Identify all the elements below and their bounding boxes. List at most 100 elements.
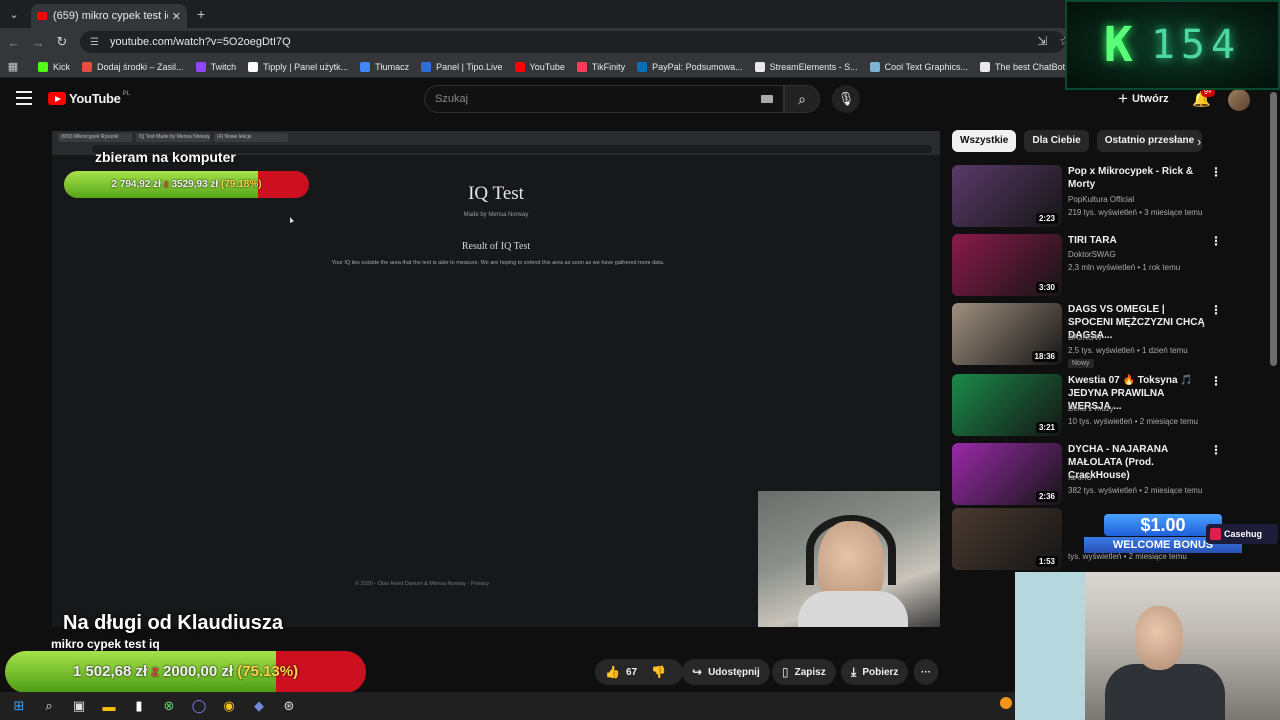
apps-grid-icon[interactable]: ▦ <box>0 60 26 73</box>
browser-tab-active[interactable]: (659) mikro cypek test iq - YouT ✕ <box>31 4 187 28</box>
keyboard-icon[interactable] <box>761 95 773 103</box>
reload-icon[interactable]: ↻ <box>50 34 74 50</box>
video-thumbnail[interactable]: 18:36 <box>952 303 1062 365</box>
bookmark-item[interactable]: Twitch <box>195 61 237 72</box>
page-scrollbar[interactable] <box>1270 92 1277 366</box>
obs-icon[interactable]: ⊛ <box>280 697 298 715</box>
avatar[interactable] <box>1228 89 1250 111</box>
bookmark-item[interactable]: Tłumacz <box>360 61 409 72</box>
channel-name[interactable]: PopKultura Official <box>1068 195 1134 204</box>
k-letter: K <box>1103 17 1133 73</box>
bookmark-label: Kick <box>53 61 71 72</box>
menu-icon[interactable] <box>16 91 32 105</box>
install-app-icon[interactable]: ⇲ <box>1037 34 1047 48</box>
share-button[interactable]: ↪ Udostępnij <box>682 659 770 685</box>
task-view-icon[interactable]: ▣ <box>70 697 88 715</box>
recommendation-item[interactable]: 2:36 DYCHA - NAJARANA MAŁOLATA (Prod. Cra… <box>952 443 1252 505</box>
windows-taskbar: ⊞ ⌕ ▣ ▬ ▮ ⊗ ◯ ◉ ◆ ⊛ <box>0 692 1015 720</box>
more-options-icon[interactable]: ⋮ <box>1210 234 1222 248</box>
bookmark-item[interactable]: PayPal: Podsumowa... <box>637 61 743 72</box>
more-options-icon[interactable]: ⋮ <box>1210 303 1222 317</box>
bookmark-item[interactable]: Kick <box>38 61 71 72</box>
file-explorer-icon[interactable]: ▬ <box>100 697 118 715</box>
save-button[interactable]: ▯ Zapisz <box>772 659 836 685</box>
new-tab-button[interactable]: + <box>197 6 205 22</box>
video-meta: 10 tys. wyświetleń • 2 miesiące temu <box>1068 417 1198 426</box>
iq-test-made-by: Made by Mensa Norway <box>463 212 529 218</box>
video-thumbnail[interactable]: 1:53 <box>952 508 1062 570</box>
video-thumbnail[interactable]: 2:36 <box>952 443 1062 505</box>
tab-close-icon[interactable]: ✕ <box>172 10 181 23</box>
video-thumbnail[interactable]: 2:23 <box>952 165 1062 227</box>
casehug-logo: Casehug <box>1206 524 1278 544</box>
voice-search-button[interactable]: 🎙 <box>832 85 860 113</box>
download-button[interactable]: ⤓ Pobierz <box>841 659 909 685</box>
search-input[interactable]: Szukaj <box>424 85 784 113</box>
search-button[interactable]: ⌕ <box>784 85 820 113</box>
more-options-icon[interactable]: ⋮ <box>1210 443 1222 457</box>
bookmark-item[interactable]: Panel | Tipo.Live <box>421 61 503 72</box>
notepad-icon[interactable]: ▮ <box>130 697 148 715</box>
filter-chip[interactable]: Wszystkie <box>952 130 1017 152</box>
recommendation-item[interactable]: 3:21 Kwestia 07 🔥 Toksyna 🎵 JEDYNA PRAWIL… <box>952 374 1252 436</box>
recommendation-item[interactable]: 2:23 Pop x Mikrocypek - Rick & Morty PopKu… <box>952 165 1252 227</box>
more-options-icon[interactable]: ⋮ <box>1210 165 1222 179</box>
more-options-icon[interactable]: ⋮ <box>1210 374 1222 388</box>
background-fabric <box>1015 572 1085 720</box>
like-count[interactable]: 67 <box>626 667 637 678</box>
streamer-head <box>1135 606 1183 670</box>
bookmark-label: Twitch <box>210 61 237 72</box>
bookmark-item[interactable]: Dodaj środki – Zasil... <box>82 61 184 72</box>
chevron-right-icon[interactable]: › <box>1197 134 1201 149</box>
bookmark-item[interactable]: YouTube <box>514 61 565 72</box>
channel-name[interactable]: DoktorSWAG <box>1068 250 1116 259</box>
bookmark-item[interactable]: Cool Text Graphics... <box>869 61 968 72</box>
tray-status-icon[interactable] <box>1000 697 1012 709</box>
back-icon[interactable]: ← <box>2 35 26 50</box>
video-meta: 382 tys. wyświetleń • 2 miesiące temu <box>1068 486 1203 495</box>
video-title[interactable]: TIRI TARA <box>1068 234 1208 247</box>
more-actions-button[interactable]: ··· <box>914 659 938 685</box>
goal-percent: (79.18%) <box>220 179 262 190</box>
filter-chip[interactable]: Dla Ciebie <box>1024 130 1089 152</box>
bookmark-favicon-icon <box>248 61 259 72</box>
more-dots-icon: ··· <box>921 666 931 678</box>
windows-start-icon[interactable]: ⊞ <box>10 697 28 715</box>
cortana-icon[interactable]: ◯ <box>190 697 208 715</box>
bookmark-label: StreamElements - S... <box>769 61 858 72</box>
video-meta: 2,5 tys. wyświetleń • 1 dzień temu <box>1068 346 1188 355</box>
site-info-icon[interactable]: ☰ <box>90 37 102 48</box>
bookmark-favicon-icon <box>754 61 765 72</box>
bookmark-favicon-icon <box>195 61 206 72</box>
channel-name[interactable]: Beka z muzy <box>1068 404 1114 413</box>
recommendation-item[interactable]: 18:36 DAGS VS OMEGLE | SPOCENI MĘŻCZYZNI … <box>952 303 1252 368</box>
goal-separator: z <box>163 179 169 190</box>
discord-icon[interactable]: ◆ <box>250 697 268 715</box>
filter-chip[interactable]: Ostatnio przesłane <box>1096 130 1203 152</box>
channel-name[interactable]: IsAmU <box>1068 473 1092 482</box>
bookmark-item[interactable]: StreamElements - S... <box>754 61 858 72</box>
dislike-icon[interactable]: 👎 <box>651 665 666 679</box>
embedded-tab: (659) Mikrocypek Rysunki <box>58 133 132 142</box>
video-title[interactable]: Pop x Mikrocypek - Rick & Morty <box>1068 165 1208 191</box>
chrome-icon[interactable]: ◉ <box>220 697 238 715</box>
video-title: mikro cypek test iq <box>51 637 160 651</box>
search-icon[interactable]: ⌕ <box>40 697 58 715</box>
bookmark-item[interactable]: TikFinity <box>576 61 625 72</box>
bookmark-item[interactable]: Tipply | Panel użytk... <box>248 61 348 72</box>
xbox-icon[interactable]: ⊗ <box>160 697 178 715</box>
video-thumbnail[interactable]: 3:30 <box>952 234 1062 296</box>
video-thumbnail[interactable]: 3:21 <box>952 374 1062 436</box>
address-bar[interactable]: ☰ youtube.com/watch?v=5O2oegDtI7Q <box>80 31 1065 53</box>
search-placeholder: Szukaj <box>435 93 469 105</box>
tab-search-chevron-icon[interactable]: ⌄ <box>3 3 25 25</box>
forward-icon[interactable]: → <box>26 35 50 50</box>
video-duration: 1:53 <box>1035 556 1058 567</box>
channel-name[interactable]: BAJKOW <box>1068 333 1102 342</box>
streamer-body <box>1105 664 1225 720</box>
create-button[interactable]: + Utwórz <box>1118 89 1169 109</box>
second-webcam <box>1015 572 1280 720</box>
recommendation-item[interactable]: 3:30 TIRI TARA DoktorSWAG 2,3 mln wyświetle… <box>952 234 1252 296</box>
youtube-logo[interactable]: YouTube PL <box>48 91 130 106</box>
like-icon[interactable]: 👍 <box>605 665 620 679</box>
